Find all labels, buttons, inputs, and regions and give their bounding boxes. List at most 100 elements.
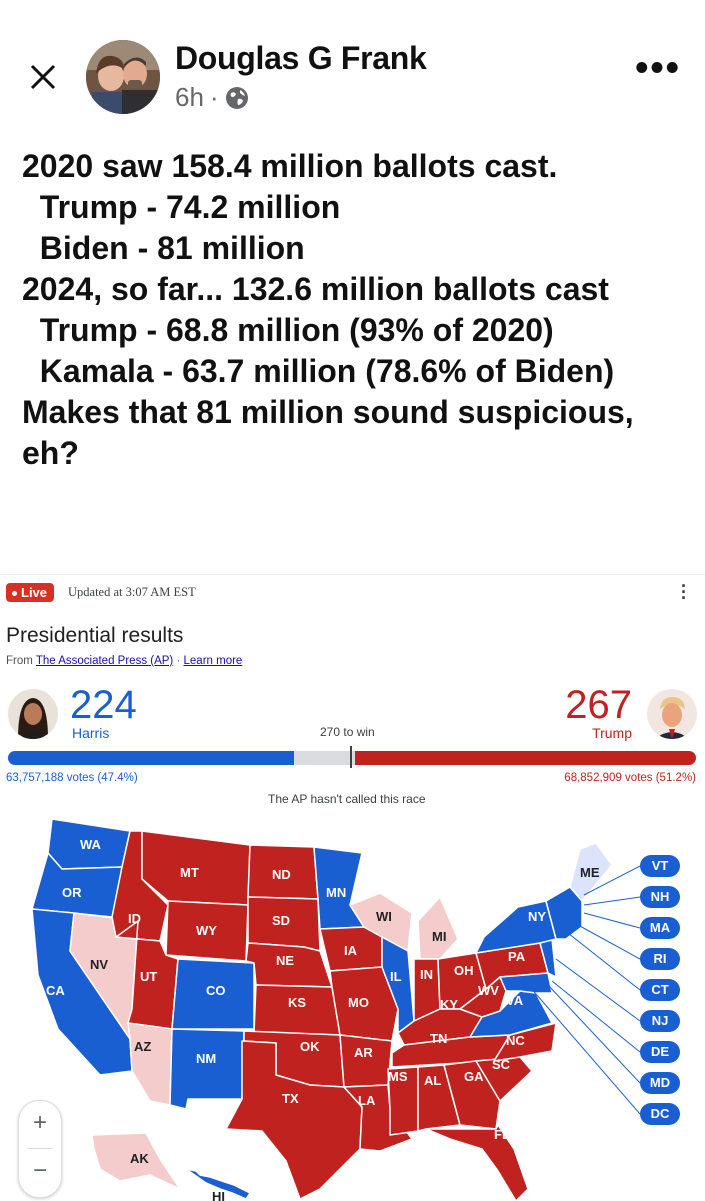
state-label: HI [212, 1189, 225, 1201]
state-label: MT [180, 865, 199, 880]
state-label: WA [80, 837, 102, 852]
state-label: NE [276, 953, 294, 968]
state-label: MS [388, 1069, 408, 1084]
state-label: ID [128, 911, 141, 926]
author-avatar[interactable] [86, 40, 160, 114]
state-label: FL [494, 1127, 510, 1142]
post-line: Trump - 74.2 million [22, 189, 341, 225]
more-options-icon[interactable]: ••• [635, 49, 681, 87]
author-name[interactable]: Douglas G Frank [175, 40, 427, 77]
trump-name: Trump [592, 725, 632, 741]
post-line: 2024, so far... 132.6 million ballots ca… [22, 271, 609, 307]
post-meta: 6h · [175, 82, 249, 113]
post-line: Makes that 81 million sound suspicious, [22, 394, 634, 430]
state-label: AK [130, 1151, 149, 1166]
map-zoom-control: + − [18, 1100, 62, 1198]
live-dot-icon [12, 591, 17, 597]
state-label: TN [430, 1031, 447, 1046]
state-label: SD [272, 913, 290, 928]
trump-popular-votes: 68,852,909 votes (51.2%) [564, 772, 696, 784]
close-icon [30, 64, 56, 90]
state-label: AR [354, 1045, 373, 1060]
meta-separator: · [209, 82, 219, 112]
state-label: CA [46, 983, 65, 998]
state-label: NM [196, 1051, 216, 1066]
state-label: SC [492, 1057, 511, 1072]
state-label: IL [390, 969, 402, 984]
state-label: ND [272, 867, 291, 882]
live-badge: Live [6, 583, 55, 602]
state-label: AZ [134, 1039, 151, 1054]
live-label: Live [21, 585, 48, 600]
state-AZ [127, 1022, 173, 1106]
results-title: Presidential results [6, 624, 184, 647]
state-label: IA [344, 943, 358, 958]
state-label: MN [326, 885, 346, 900]
state-MD [499, 972, 553, 994]
pill-NJ[interactable]: NJ [640, 1010, 680, 1032]
post-time[interactable]: 6h [175, 82, 204, 113]
electoral-progress-bar [8, 751, 696, 765]
state-label: OR [62, 885, 82, 900]
race-status: The AP hasn't called this race [268, 792, 426, 806]
state-label: OK [300, 1039, 320, 1054]
pill-CT[interactable]: CT [640, 979, 680, 1001]
close-button[interactable] [26, 60, 60, 94]
pill-VT[interactable]: VT [640, 855, 680, 877]
harris-bar-fill [8, 751, 295, 765]
state-AR [339, 1034, 393, 1088]
state-label: GA [464, 1069, 484, 1084]
harris-electoral-votes: 224 [70, 683, 137, 727]
state-FL [425, 1124, 529, 1201]
state-label: KY [440, 997, 458, 1012]
state-label: WY [196, 923, 217, 938]
state-label: OH [454, 963, 474, 978]
state-label: WI [376, 909, 392, 924]
to-win-label: 270 to win [320, 725, 375, 739]
state-NM [169, 1028, 245, 1110]
state-label: KS [288, 995, 306, 1010]
state-label: MO [348, 995, 369, 1010]
state-label: NC [506, 1033, 525, 1048]
post-line: Trump - 68.8 million (93% of 2020) [22, 312, 554, 348]
state-label: VA [506, 993, 524, 1008]
post-line: Kamala - 63.7 million (78.6% of Biden) [22, 353, 615, 389]
state-label: IN [420, 967, 433, 982]
state-label: NV [90, 957, 108, 972]
widget-menu-icon[interactable]: · · · [681, 577, 687, 607]
state-label: AL [424, 1073, 441, 1088]
zoom-in-button[interactable]: + [19, 1101, 61, 1147]
pill-NH[interactable]: NH [640, 886, 680, 908]
learn-more-link[interactable]: Learn more [184, 655, 243, 667]
updated-time: Updated at 3:07 AM EST [68, 585, 196, 599]
post-line: 2020 saw 158.4 million ballots cast. [22, 148, 558, 184]
source-link[interactable]: The Associated Press (AP) [36, 655, 173, 667]
trump-electoral-votes: 267 [565, 683, 632, 727]
pill-MA[interactable]: MA [640, 917, 680, 939]
state-KS [253, 984, 341, 1036]
harris-popular-votes: 63,757,188 votes (47.4%) [6, 772, 138, 784]
pill-DC[interactable]: DC [640, 1103, 680, 1125]
win-threshold-marker [350, 746, 352, 768]
harris-portrait [8, 689, 58, 739]
trump-bar-fill [354, 751, 696, 765]
post-body: 2020 saw 158.4 million ballots cast. Tru… [22, 146, 692, 474]
us-electoral-map[interactable]: WA OR CA NV ID MT WY UT AZ CO NM ND SD N… [0, 809, 705, 1201]
state-label: LA [358, 1093, 376, 1108]
source-line: From The Associated Press (AP) · Learn m… [6, 655, 242, 667]
pill-MD[interactable]: MD [640, 1072, 680, 1094]
post-line: Biden - 81 million [22, 230, 305, 266]
source-prefix: From [6, 655, 33, 667]
trump-portrait [647, 689, 697, 739]
pill-DE[interactable]: DE [640, 1041, 680, 1063]
state-MI [417, 896, 459, 960]
globe-icon [225, 86, 249, 110]
state-label: ME [580, 865, 600, 880]
election-results-widget: Live Updated at 3:07 AM EST · · · Presiden… [0, 574, 705, 1201]
state-label: TX [282, 1091, 299, 1106]
state-label: NY [528, 909, 546, 924]
harris-name: Harris [72, 725, 110, 741]
zoom-out-button[interactable]: − [19, 1149, 61, 1195]
post-line: eh? [22, 435, 79, 471]
pill-RI[interactable]: RI [640, 948, 680, 970]
